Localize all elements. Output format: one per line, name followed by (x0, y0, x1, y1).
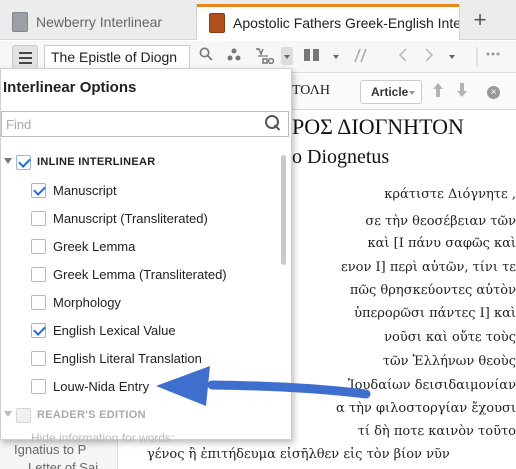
text-line: α τὴν φιλοστοργίαν ἔχουσι (336, 401, 516, 416)
checkbox[interactable] (31, 295, 46, 310)
sidebar-item[interactable]: Letter of Sai (28, 460, 98, 469)
text-line: κράτιστε Διόγνητε , (384, 187, 516, 202)
scrollbar[interactable] (281, 155, 286, 265)
book-icon (209, 12, 225, 33)
tab-bar: Newberry Interlinear Apostolic Fathers G… (0, 0, 516, 40)
option-label: Manuscript (Transliterated) (53, 211, 208, 226)
option-label: Louw-Nida Entry (53, 379, 150, 394)
text-line: τί δὴ ποτε καινὸν τοῦτο (357, 424, 516, 439)
reader-header: ΤΟΛΗ Article × (292, 74, 516, 110)
text-line: σε τὴν θεοσέβειαν τῶν (365, 214, 516, 229)
option-label: English Literal Translation (53, 351, 202, 366)
reader-pane: ΤΟΛΗ Article × ΡΟΣ ΔΙΟΓΝΗΤΟΝ o Diognetus… (292, 74, 516, 469)
option-label: Manuscript (53, 183, 117, 198)
tab-label: Apostolic Fathers Greek-English Interlin… (233, 14, 459, 31)
panel-title: Interlinear Options (3, 79, 137, 96)
search-icon[interactable] (265, 115, 281, 131)
reader-title: ΡΟΣ ΔΙΟΓΝΗΤΟΝ (292, 114, 464, 139)
tab-apostolic-fathers[interactable]: Apostolic Fathers Greek-English Interlin… (196, 4, 460, 40)
checkbox[interactable] (31, 267, 46, 282)
parallel-icon[interactable] (352, 47, 368, 67)
section-heading: ΤΟΛΗ (292, 83, 331, 98)
checkbox[interactable] (31, 211, 46, 226)
text-line: πῶς θρησκεύοντες αὐτὸν (349, 283, 516, 298)
checkbox[interactable] (31, 183, 46, 198)
search-icon[interactable] (199, 47, 213, 65)
tab-label: Newberry Interlinear (36, 14, 163, 30)
back-icon[interactable] (398, 47, 408, 67)
more-options-icon[interactable] (486, 47, 500, 65)
option-label: Greek Lemma (Transliterated) (53, 267, 227, 282)
tab-newberry-interlinear[interactable]: Newberry Interlinear (0, 4, 196, 40)
new-tab-button[interactable]: + (462, 4, 498, 36)
layout-columns-icon[interactable] (303, 47, 321, 67)
text-line: ενον I] περὶ αὐτῶν, τίνι τε (341, 260, 516, 275)
forward-icon[interactable] (424, 47, 434, 67)
checkbox[interactable] (31, 323, 46, 338)
checkbox[interactable] (16, 155, 31, 170)
interlinear-options-panel: Interlinear Options INLINE INTERLINEAR M… (0, 68, 292, 445)
checkbox[interactable] (16, 408, 31, 423)
collapse-chevron-icon[interactable] (4, 158, 12, 164)
option-greek-lemma-transliterated[interactable]: Greek Lemma (Transliterated) (1, 263, 279, 285)
option-manuscript[interactable]: Manuscript (1, 179, 279, 201)
visual-filter-icon[interactable] (226, 47, 242, 67)
text-line: ὑπερορῶσι πάντες I] καὶ (354, 306, 516, 321)
find-input[interactable] (1, 111, 289, 137)
group-readers-edition[interactable]: READER'S EDITION (1, 404, 279, 426)
interlinear-dropdown[interactable] (281, 47, 293, 65)
panel-menu-button[interactable] (12, 45, 38, 69)
layout-dropdown[interactable] (330, 47, 342, 65)
next-article-icon[interactable] (456, 82, 468, 101)
separator-icon (476, 47, 478, 71)
option-morphology[interactable]: Morphology (1, 291, 279, 313)
group-label: INLINE INTERLINEAR (37, 156, 156, 168)
close-icon[interactable]: × (487, 86, 500, 99)
history-dropdown[interactable] (446, 47, 458, 65)
collapse-chevron-icon[interactable] (4, 411, 12, 417)
option-label: Morphology (53, 295, 121, 310)
reader-subtitle: o Diognetus (292, 146, 390, 168)
text-line: Ἰουδαίων δεισιδαιμονίαν (347, 378, 516, 393)
option-english-literal-translation[interactable]: English Literal Translation (1, 347, 279, 369)
text-line: γένος ἢ ἐπιτήδευμα εἰσῆλθεν εἰς τὸν βίον… (147, 447, 450, 462)
option-label: Greek Lemma (53, 239, 136, 254)
interlinear-icon[interactable] (254, 47, 276, 69)
option-manuscript-transliterated[interactable]: Manuscript (Transliterated) (1, 207, 279, 229)
checkbox[interactable] (31, 239, 46, 254)
option-label: English Lexical Value (53, 323, 176, 338)
text-line: τῶν Ἑλλήνων θεοὺς (382, 354, 516, 369)
text-line: νοῦσι καὶ οὔτε τοὺς (384, 330, 516, 345)
book-icon (12, 12, 28, 32)
article-select[interactable]: Article (360, 80, 422, 104)
option-louw-nida-entry[interactable]: Louw-Nida Entry (1, 375, 279, 397)
hint-text: Hide information for words: (31, 431, 175, 445)
group-inline-interlinear[interactable]: INLINE INTERLINEAR (1, 151, 279, 173)
checkbox[interactable] (31, 351, 46, 366)
text-line: καὶ [I πάνυ σαφῶς καὶ (367, 236, 516, 251)
group-label: READER'S EDITION (37, 409, 146, 421)
option-greek-lemma[interactable]: Greek Lemma (1, 235, 279, 257)
checkbox[interactable] (31, 379, 46, 394)
previous-article-icon[interactable] (432, 82, 444, 101)
option-english-lexical-value[interactable]: English Lexical Value (1, 319, 279, 341)
reference-input[interactable] (44, 45, 190, 69)
